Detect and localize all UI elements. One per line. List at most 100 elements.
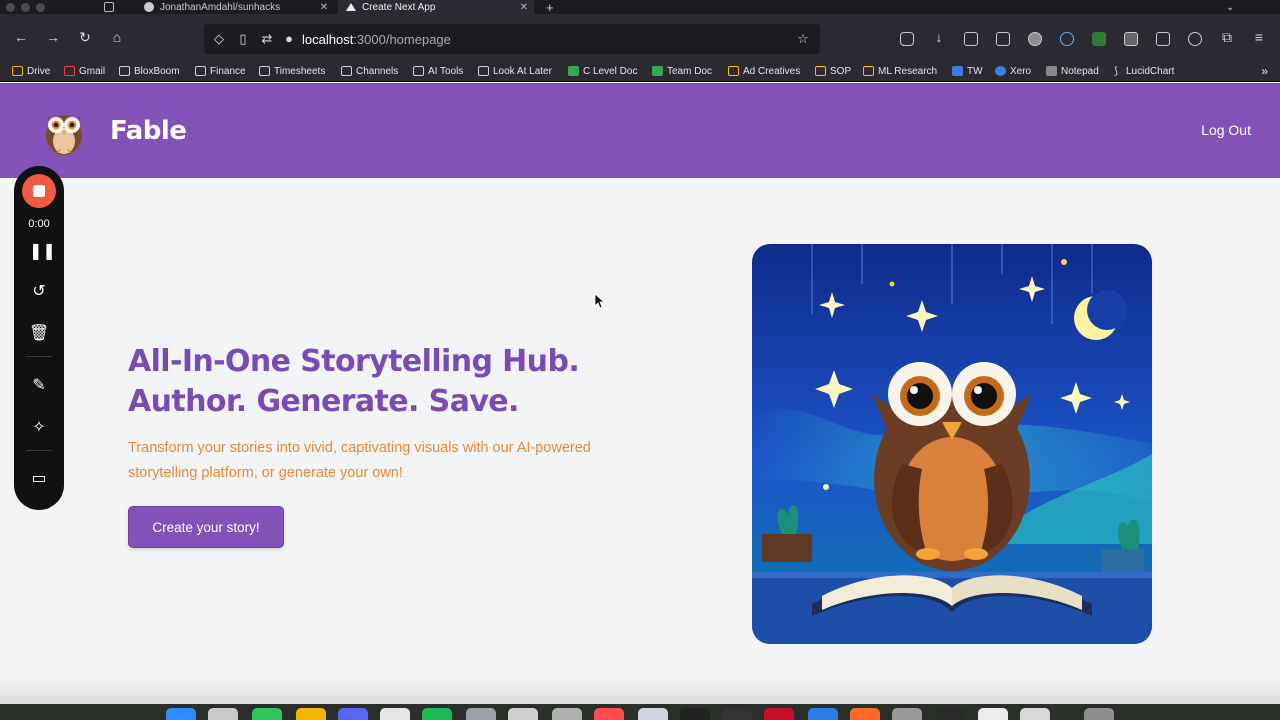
divider (26, 450, 52, 451)
address-bar[interactable]: ◇ ▯ ⇄ ● localhost:3000/homepage ☆ (204, 24, 820, 54)
bookmark-label: Team Doc (667, 65, 713, 77)
dock-app-icon[interactable] (638, 708, 668, 720)
bookmark-label: LucidChart (1126, 65, 1175, 77)
extension-gray-icon[interactable] (1124, 32, 1138, 46)
bookmark-finance[interactable]: Finance (195, 64, 246, 78)
extension-green-icon[interactable] (1092, 32, 1106, 46)
shield-icon[interactable]: ◇ (212, 32, 226, 46)
bookmark-star-icon[interactable]: ☆ (796, 32, 810, 46)
bookmark-timesheets[interactable]: Timesheets (259, 64, 325, 78)
dock-app-icon[interactable] (1020, 708, 1050, 720)
bookmark-channels[interactable]: Channels (341, 64, 398, 78)
dock-app-icon[interactable] (850, 708, 880, 720)
bookmark-sop[interactable]: SOP (815, 64, 851, 78)
bookmark-ml-research[interactable]: ML Research (863, 64, 937, 78)
forward-icon[interactable]: → (46, 30, 60, 44)
camera-icon[interactable]: ▭ (29, 469, 49, 489)
bookmark-label: Channels (356, 65, 399, 77)
magic-wand-icon[interactable]: ✧ (29, 418, 49, 438)
sidebar-icon[interactable] (996, 32, 1010, 46)
bookmark-team-doc[interactable]: Team Doc (652, 64, 712, 78)
stop-recording-button[interactable] (22, 174, 56, 208)
bookmark-tw[interactable]: TW (952, 64, 983, 78)
home-icon[interactable]: ⌂ (110, 30, 124, 44)
restart-icon[interactable]: ↺ (29, 282, 49, 302)
menu-icon[interactable]: ≡ (1252, 30, 1266, 44)
xero-icon (995, 66, 1006, 76)
brand-name[interactable]: Fable (110, 116, 187, 146)
bookmark-ai-tools[interactable]: AI Tools (413, 64, 463, 78)
log-out-button[interactable]: Log Out (1201, 122, 1251, 138)
tab-github[interactable]: JonathanAmdahl/sunhacks ✕ (144, 0, 334, 14)
bookmark-bloxboom[interactable]: BloxBoom (119, 64, 180, 78)
dock-app-icon[interactable] (808, 708, 838, 720)
dock-app-icon[interactable] (892, 708, 922, 720)
pause-icon[interactable]: ❚❚ (29, 242, 56, 262)
bookmark-drive[interactable]: Drive (12, 64, 50, 78)
drive-icon (12, 66, 23, 76)
bookmark-notepad[interactable]: Notepad (1046, 64, 1099, 78)
sidebar-toggle-icon[interactable] (104, 0, 120, 14)
page-icon[interactable]: ▯ (236, 32, 250, 46)
dock-app-icon[interactable] (722, 708, 752, 720)
back-icon[interactable]: ← (14, 30, 28, 44)
trash-icon[interactable]: 🗑 (29, 324, 49, 344)
dock-app-icon[interactable] (466, 708, 496, 720)
browser-toolbar: ← → ↻ ⌂ ◇ ▯ ⇄ ● localhost:3000/homepage … (0, 14, 1280, 60)
bookmark-label: Look At Later (493, 65, 552, 77)
dock-app-icon[interactable] (508, 708, 538, 720)
reload-icon[interactable]: ↻ (78, 30, 92, 44)
github-icon (144, 2, 154, 12)
terminal-icon[interactable] (680, 708, 710, 720)
mouse-cursor-icon (595, 294, 605, 308)
create-story-button[interactable]: Create your story! (128, 506, 284, 548)
account-icon[interactable] (1028, 32, 1042, 46)
extension-window-icon[interactable] (1156, 32, 1170, 46)
bookmark-label: Gmail (79, 65, 106, 77)
url-host: localhost (302, 32, 354, 47)
dock-app-icon[interactable] (552, 708, 582, 720)
folder-icon (341, 66, 352, 76)
dock-app-icon[interactable] (594, 708, 624, 720)
permissions-icon[interactable]: ⇄ (260, 32, 274, 46)
react-devtools-icon[interactable] (1060, 32, 1074, 46)
bookmark-xero[interactable]: Xero (995, 64, 1031, 78)
dock-app-icon[interactable] (764, 708, 794, 720)
extensions-puzzle-icon[interactable]: ⧉ (1220, 30, 1234, 44)
messages-icon[interactable] (252, 708, 282, 720)
discord-icon[interactable] (338, 708, 368, 720)
tab-create-next-app[interactable]: Create Next App ✕ (338, 0, 534, 14)
tab-title: JonathanAmdahl/sunhacks (160, 1, 281, 13)
url-text[interactable]: localhost:3000/homepage (302, 32, 451, 47)
new-tab-button[interactable]: + (546, 0, 560, 14)
bookmark-gmail[interactable]: Gmail (64, 64, 105, 78)
dock-app-icon[interactable] (208, 708, 238, 720)
pocket-icon[interactable] (900, 32, 914, 46)
bookmark-look-at-later[interactable]: Look At Later (478, 64, 552, 78)
tab-title: Create Next App (362, 1, 436, 13)
browser-tab-strip: JonathanAmdahl/sunhacks ✕ Create Next Ap… (0, 0, 1280, 14)
bookmark-lucidchart[interactable]: ⟆ LucidChart (1114, 64, 1174, 78)
trash-bin-icon[interactable] (1084, 708, 1114, 720)
bookmark-c-level-doc[interactable]: C Level Doc (568, 64, 637, 78)
dock-app-icon[interactable] (936, 708, 966, 720)
extension-gear-icon[interactable] (1188, 32, 1202, 46)
tw-icon (952, 66, 963, 76)
hero-title-line2: Author. Generate. Save. (128, 384, 519, 419)
close-tab-icon[interactable]: ✕ (320, 2, 328, 13)
spotify-icon[interactable] (422, 708, 452, 720)
owl-logo-icon[interactable] (40, 103, 88, 157)
library-icon[interactable] (964, 32, 978, 46)
more-bookmarks-icon[interactable]: » (1261, 64, 1268, 78)
pencil-icon[interactable]: ✎ (29, 376, 49, 396)
downloads-icon[interactable]: ↓ (932, 30, 946, 44)
dock-app-icon[interactable] (978, 708, 1008, 720)
dock-app-icon[interactable] (380, 708, 410, 720)
dock-app-icon[interactable] (296, 708, 326, 720)
microphone-icon[interactable]: ● (282, 32, 296, 46)
close-tab-icon[interactable]: ✕ (520, 2, 528, 13)
google-ads-icon (728, 66, 739, 76)
bookmark-ad-creatives[interactable]: Ad Creatives (728, 64, 800, 78)
tab-list-icon[interactable]: ⌄ (1226, 0, 1240, 14)
finder-icon[interactable] (166, 708, 196, 720)
